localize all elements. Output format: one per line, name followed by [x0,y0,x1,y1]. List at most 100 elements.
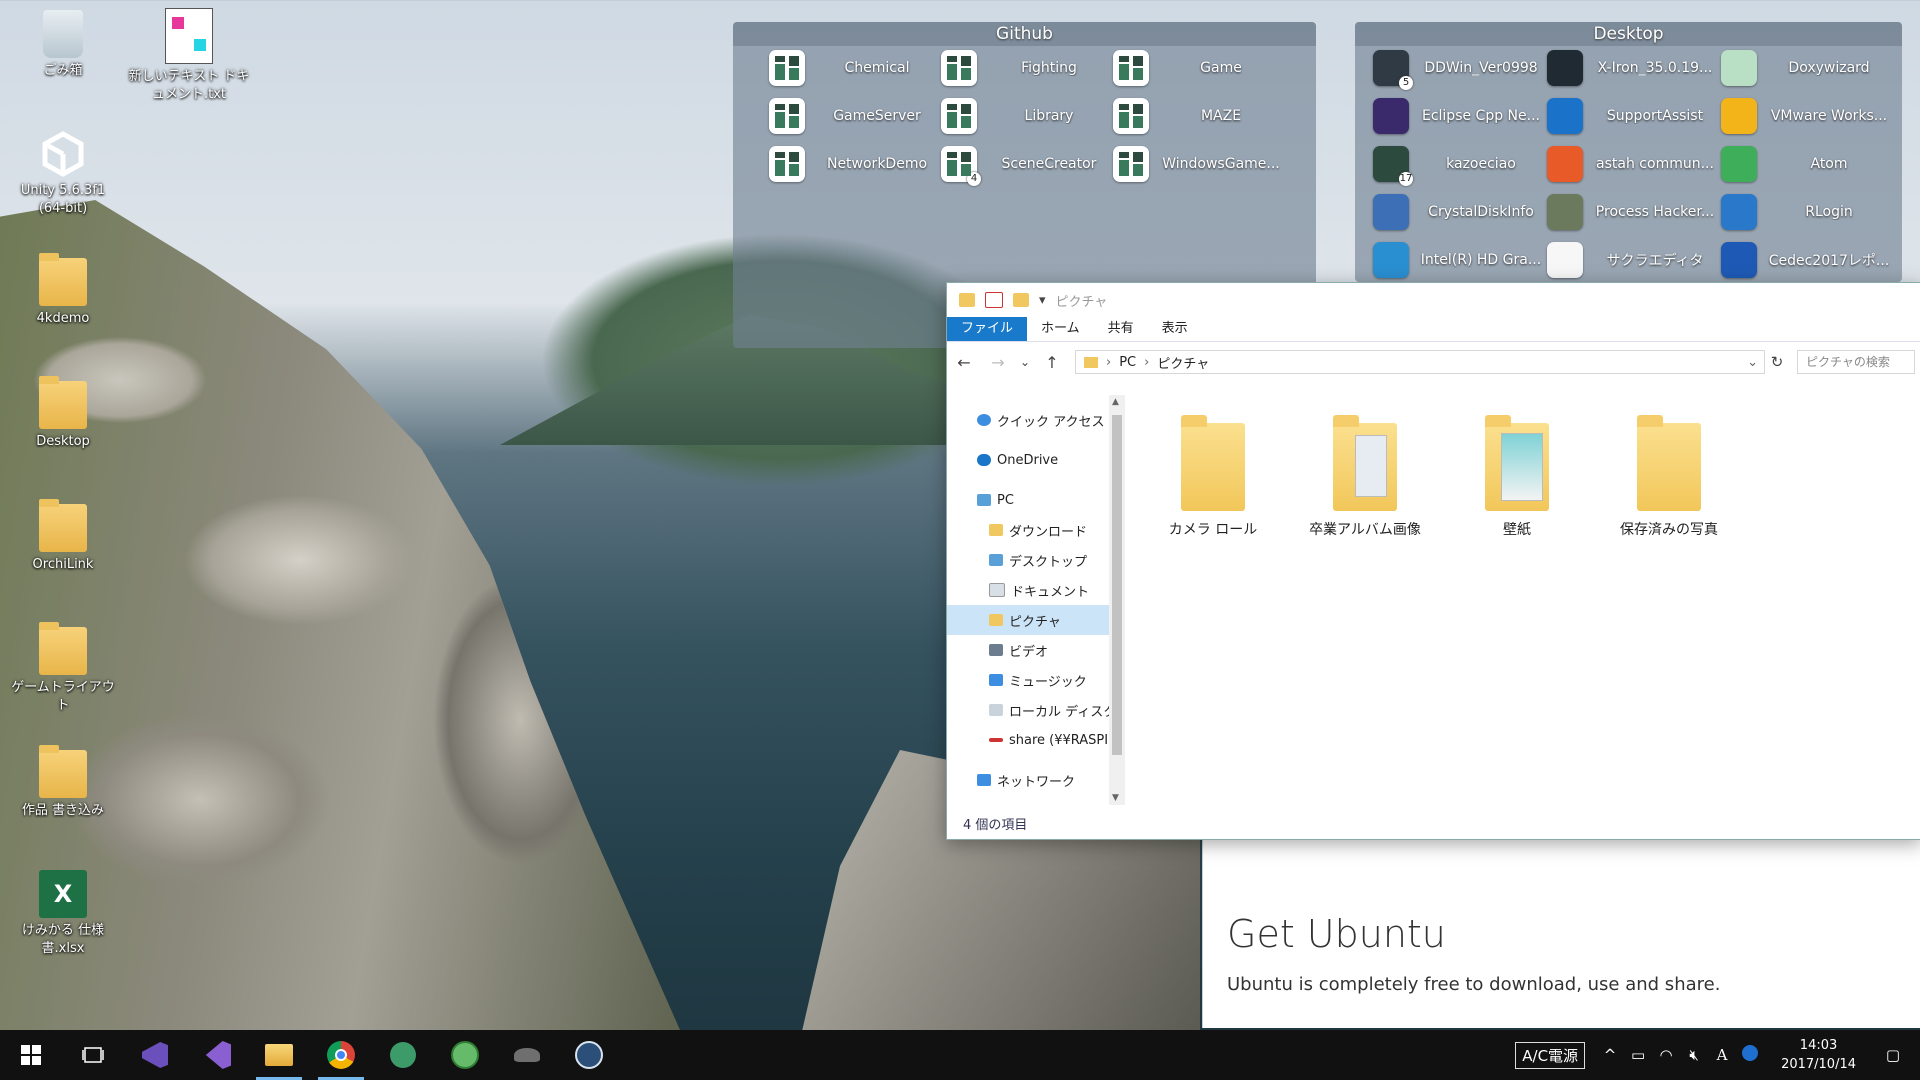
back-button[interactable]: ← [947,353,981,372]
nav-item-documents[interactable]: ドキュメント [947,575,1109,605]
fence-item-label: X-Iron_35.0.19... [1597,60,1713,76]
desktop-icon-4kdemo[interactable]: 4kdemo [8,253,118,328]
clock[interactable]: 14:03 2017/10/14 [1781,1036,1856,1074]
ime-indicator[interactable]: A [1711,1046,1733,1064]
folder-item[interactable]: 保存済みの写真 [1593,413,1745,539]
action-center-icon[interactable]: ▢ [1882,1046,1904,1064]
star-icon [977,414,991,426]
fence-item[interactable]: Process Hacker... [1547,192,1717,232]
power-status-indicator[interactable]: A/C電源 [1515,1041,1586,1069]
scroll-down-icon[interactable]: ▼ [1112,793,1119,803]
desktop-icon-works[interactable]: 作品 書き込み [8,745,118,820]
recent-locations-button[interactable]: ⌄ [1015,355,1035,369]
desktop-icon-orchilink[interactable]: OrchiLink [8,499,118,574]
desktop-icon-unity[interactable]: Unity 5.6.3f1 (64-bit) [8,130,118,218]
fence-item[interactable]: 5 DDWin_Ver0998 [1373,48,1543,90]
tab-share[interactable]: 共有 [1094,317,1148,341]
fence-item[interactable]: VMware Works... [1721,96,1891,136]
cortana-icon[interactable] [1739,1045,1761,1065]
nav-label: ビデオ [1009,644,1049,660]
tab-view[interactable]: 表示 [1148,317,1202,341]
new-folder-icon[interactable] [1013,293,1029,307]
fence-item[interactable]: Game [1113,48,1283,88]
forward-button[interactable]: → [981,353,1015,372]
fence-item[interactable]: Fighting [941,48,1111,88]
tab-home[interactable]: ホーム [1027,317,1094,341]
chevron-down-icon[interactable]: ⌄ [1747,355,1758,370]
taskbar-atom[interactable] [434,1030,496,1080]
folder-item[interactable]: 壁紙 [1441,413,1593,539]
app-icon [1547,98,1583,134]
nav-item-pictures[interactable]: ピクチャ [947,605,1109,635]
fence-item[interactable]: astah commun... [1547,144,1717,184]
nav-item-videos[interactable]: ビデオ [947,635,1109,665]
folder-item[interactable]: 卒業アルバム画像 [1289,413,1441,539]
nav-item-onedrive[interactable]: OneDrive [947,445,1109,475]
properties-icon[interactable] [985,292,1003,308]
nav-item-network[interactable]: ネットワーク [947,765,1109,795]
taskbar-app-8[interactable] [558,1030,620,1080]
folder-item[interactable]: カメラ ロール [1137,413,1289,539]
start-button[interactable] [0,1030,62,1080]
breadcrumb-pictures[interactable]: ピクチャ [1157,353,1209,372]
taskbar-android-studio[interactable] [372,1030,434,1080]
nav-item-desktop[interactable]: デスクトップ [947,545,1109,575]
fence-item[interactable]: Intel(R) HD Gra... [1373,240,1543,280]
nav-item-pc[interactable]: PC [947,485,1109,515]
fence-item[interactable]: Cedec2017レポ... [1721,240,1891,280]
nav-scrollbar[interactable]: ▲ ▼ [1109,395,1125,805]
scrollbar-thumb[interactable] [1112,415,1122,755]
tab-file[interactable]: ファイル [947,317,1028,341]
refresh-icon[interactable]: ↻ [1765,353,1789,371]
ribbon-tabs: ファイル ホーム 共有 表示 [947,317,1920,342]
fence-item-label: SupportAssist [1606,108,1704,124]
fence-item[interactable]: Atom [1721,144,1891,184]
fence-item[interactable]: サクラエディタ [1547,240,1717,280]
address-bar[interactable]: › PC › ピクチャ ⌄ [1075,350,1765,374]
fence-item[interactable]: X-Iron_35.0.19... [1547,48,1717,88]
desktop-icon-game-tryout[interactable]: ゲームトライアウト [8,622,118,715]
fence-item[interactable]: NetworkDemo [769,144,939,184]
fence-item[interactable]: 17 kazoeciao [1373,144,1543,186]
desktop-icon-desktop[interactable]: Desktop [8,376,118,451]
nav-item-share[interactable]: share (¥¥RASPI [947,725,1109,755]
fence-item[interactable]: GameServer [769,96,939,136]
taskbar-file-explorer[interactable] [248,1030,310,1080]
customize-quick-access-icon[interactable]: ▾ [1039,293,1046,308]
nav-item-music[interactable]: ミュージック [947,665,1109,695]
battery-icon[interactable]: ▭ [1627,1046,1649,1064]
fence-item[interactable]: WindowsGame... [1113,144,1283,184]
taskbar-app-7[interactable] [496,1030,558,1080]
fence-item[interactable]: MAZE [1113,96,1283,136]
search-input[interactable]: ピクチャの検索 [1797,350,1915,374]
address-toolbar: ← → ⌄ ↑ › PC › ピクチャ ⌄ ↻ ピクチャの検索 [947,342,1920,382]
show-hidden-icons-icon[interactable]: ^ [1599,1046,1621,1064]
desktop-icon-recycle-bin[interactable]: ごみ箱 [8,10,118,80]
fence-item[interactable]: Library [941,96,1111,136]
fence-item[interactable]: Doxywizard [1721,48,1891,88]
wifi-icon[interactable]: ◠ [1655,1046,1677,1064]
scroll-up-icon[interactable]: ▲ [1112,397,1119,407]
taskbar-visual-studio-code[interactable] [124,1030,186,1080]
fence-item[interactable]: SupportAssist [1547,96,1717,136]
nav-label: ローカル ディスク (C:) [1009,704,1109,720]
fence-item-label: MAZE [1200,108,1242,124]
fence-item[interactable]: 4 SceneCreator [941,144,1111,186]
desktop-icon-spec-xlsx[interactable]: X けみかる 仕様書.xlsx [8,870,118,958]
desktop-icon-text-document[interactable]: 新しいテキスト ドキュメント.txt [128,8,250,104]
up-button[interactable]: ↑ [1035,353,1069,372]
fence-item[interactable]: Eclipse Cpp Ne... [1373,96,1543,136]
nav-item-quick-access[interactable]: クイック アクセス [947,405,1109,435]
task-view-button[interactable] [62,1030,124,1080]
fence-item[interactable]: RLogin [1721,192,1891,232]
taskbar-chrome[interactable] [310,1030,372,1080]
nav-item-downloads[interactable]: ダウンロード [947,515,1109,545]
fence-item[interactable]: CrystalDiskInfo [1373,192,1543,232]
ubuntu-description: Ubuntu is completely free to download, u… [1227,974,1721,995]
fence-item[interactable]: Chemical [769,48,939,88]
nav-item-local-disk[interactable]: ローカル ディスク (C:) [947,695,1109,725]
fence-item-label: Library [1024,108,1074,124]
breadcrumb-pc[interactable]: PC [1119,355,1136,370]
volume-muted-icon[interactable]: 🔇︎ [1683,1046,1705,1064]
taskbar-visual-studio[interactable] [186,1030,248,1080]
